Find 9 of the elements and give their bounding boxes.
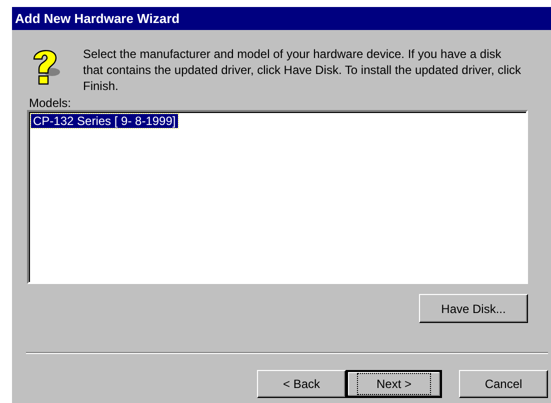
instruction-text: Select the manufacturer and model of your hardware device. If you have a disk that contains the updated driver, click Have Disk. To install the updated driver, click Finish. (83, 46, 522, 94)
model-item[interactable]: CP-132 Series [ 9- 8-1999] (31, 114, 178, 128)
models-list[interactable]: CP-132 Series [ 9- 8-1999] (27, 110, 528, 284)
have-disk-button[interactable]: Have Disk... (419, 294, 528, 323)
window-title: Add New Hardware Wizard (15, 11, 180, 26)
models-label: Models: (28, 96, 72, 110)
next-button[interactable]: Next > (346, 370, 442, 398)
cancel-button[interactable]: Cancel (459, 370, 548, 398)
back-button[interactable]: < Back (257, 370, 346, 398)
